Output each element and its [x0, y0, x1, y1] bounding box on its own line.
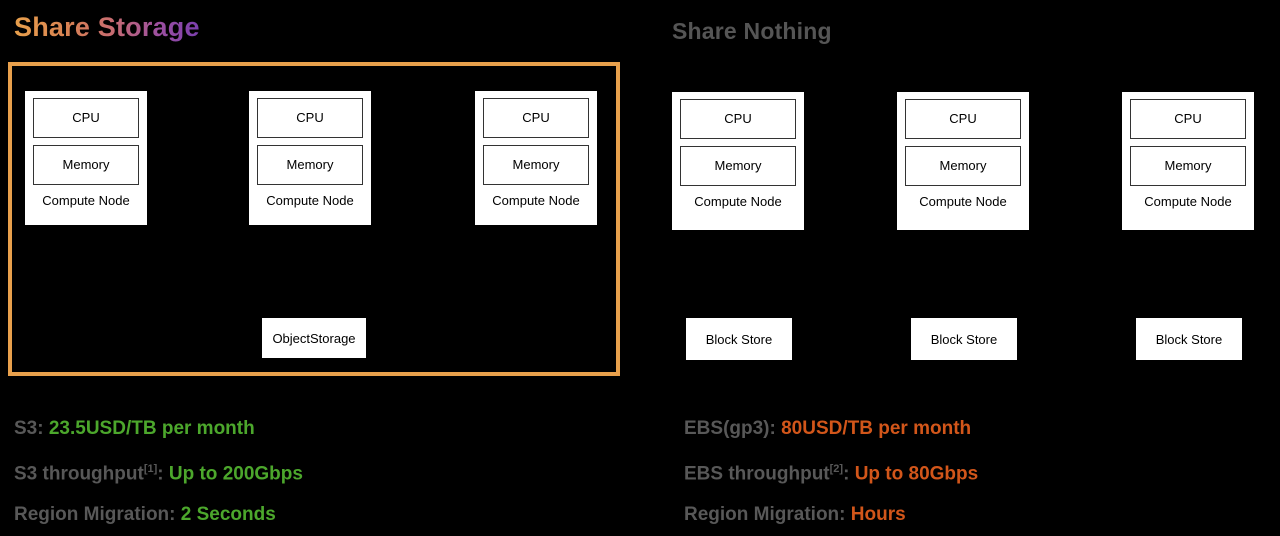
fact-label: S3 throughput: [14, 463, 144, 485]
compute-node-right-2: CPU Memory Compute Node: [896, 91, 1030, 231]
page-title-share-storage: Share Storage: [14, 12, 200, 42]
fact-label: Region Migration: [684, 504, 840, 526]
fact-separator: :: [839, 504, 851, 526]
cpu-box: CPU: [257, 98, 363, 138]
fact-value: 23.5USD/TB per month: [48, 418, 255, 439]
memory-box: Memory: [680, 146, 796, 186]
fact-storage-price: EBS(gp3): 80USD/TB per month: [684, 408, 978, 449]
fact-label: EBS throughput: [684, 463, 830, 485]
fact-value: Up to 80Gbps: [854, 463, 979, 485]
fact-storage-price: S3: 23.5USD/TB per month: [14, 408, 303, 449]
compute-node-left-2: CPU Memory Compute Node: [248, 90, 372, 226]
footnote-marker: [1]: [143, 463, 158, 475]
block-store-box-1: Block Store: [685, 317, 793, 361]
memory-box: Memory: [257, 145, 363, 185]
fact-throughput: EBS throughput[2]: Up to 80Gbps: [684, 449, 978, 494]
compute-node-right-1: CPU Memory Compute Node: [671, 91, 805, 231]
fact-region-migration: Region Migration: 2 Seconds: [14, 494, 303, 535]
compute-node-left-3: CPU Memory Compute Node: [474, 90, 598, 226]
fact-value: Up to 200Gbps: [168, 463, 303, 485]
compute-node-label: Compute Node: [694, 194, 782, 209]
compute-node-label: Compute Node: [492, 193, 580, 208]
cpu-box: CPU: [905, 99, 1021, 139]
cpu-box: CPU: [680, 99, 796, 139]
block-store-box-2: Block Store: [910, 317, 1018, 361]
compute-node-left-1: CPU Memory Compute Node: [24, 90, 148, 226]
compute-node-right-3: CPU Memory Compute Node: [1121, 91, 1255, 231]
share-nothing-facts: EBS(gp3): 80USD/TB per month EBS through…: [684, 408, 978, 535]
fact-value: Hours: [850, 504, 906, 526]
memory-box: Memory: [905, 146, 1021, 186]
memory-box: Memory: [1130, 146, 1246, 186]
compute-node-label: Compute Node: [919, 194, 1007, 209]
cpu-box: CPU: [33, 98, 139, 138]
fact-value: 2 Seconds: [180, 504, 276, 526]
compute-node-label: Compute Node: [266, 193, 354, 208]
share-storage-facts: S3: 23.5USD/TB per month S3 throughput[1…: [14, 408, 303, 535]
fact-separator: :: [157, 463, 169, 485]
footnote-marker: [2]: [829, 463, 844, 475]
compute-node-label: Compute Node: [1144, 194, 1232, 209]
fact-label: Region Migration: [14, 504, 170, 526]
cpu-box: CPU: [483, 98, 589, 138]
memory-box: Memory: [483, 145, 589, 185]
fact-label: EBS(gp3):: [684, 418, 782, 439]
compute-node-label: Compute Node: [42, 193, 130, 208]
object-storage-box: ObjectStorage: [261, 317, 367, 359]
block-store-box-3: Block Store: [1135, 317, 1243, 361]
fact-label: S3:: [14, 418, 49, 439]
fact-value: 80USD/TB per month: [781, 418, 972, 439]
memory-box: Memory: [33, 145, 139, 185]
fact-throughput: S3 throughput[1]: Up to 200Gbps: [14, 449, 303, 494]
fact-separator: :: [843, 463, 855, 485]
cpu-box: CPU: [1130, 99, 1246, 139]
fact-region-migration: Region Migration: Hours: [684, 494, 978, 535]
fact-separator: :: [169, 504, 181, 526]
page-title-share-nothing: Share Nothing: [672, 18, 832, 44]
